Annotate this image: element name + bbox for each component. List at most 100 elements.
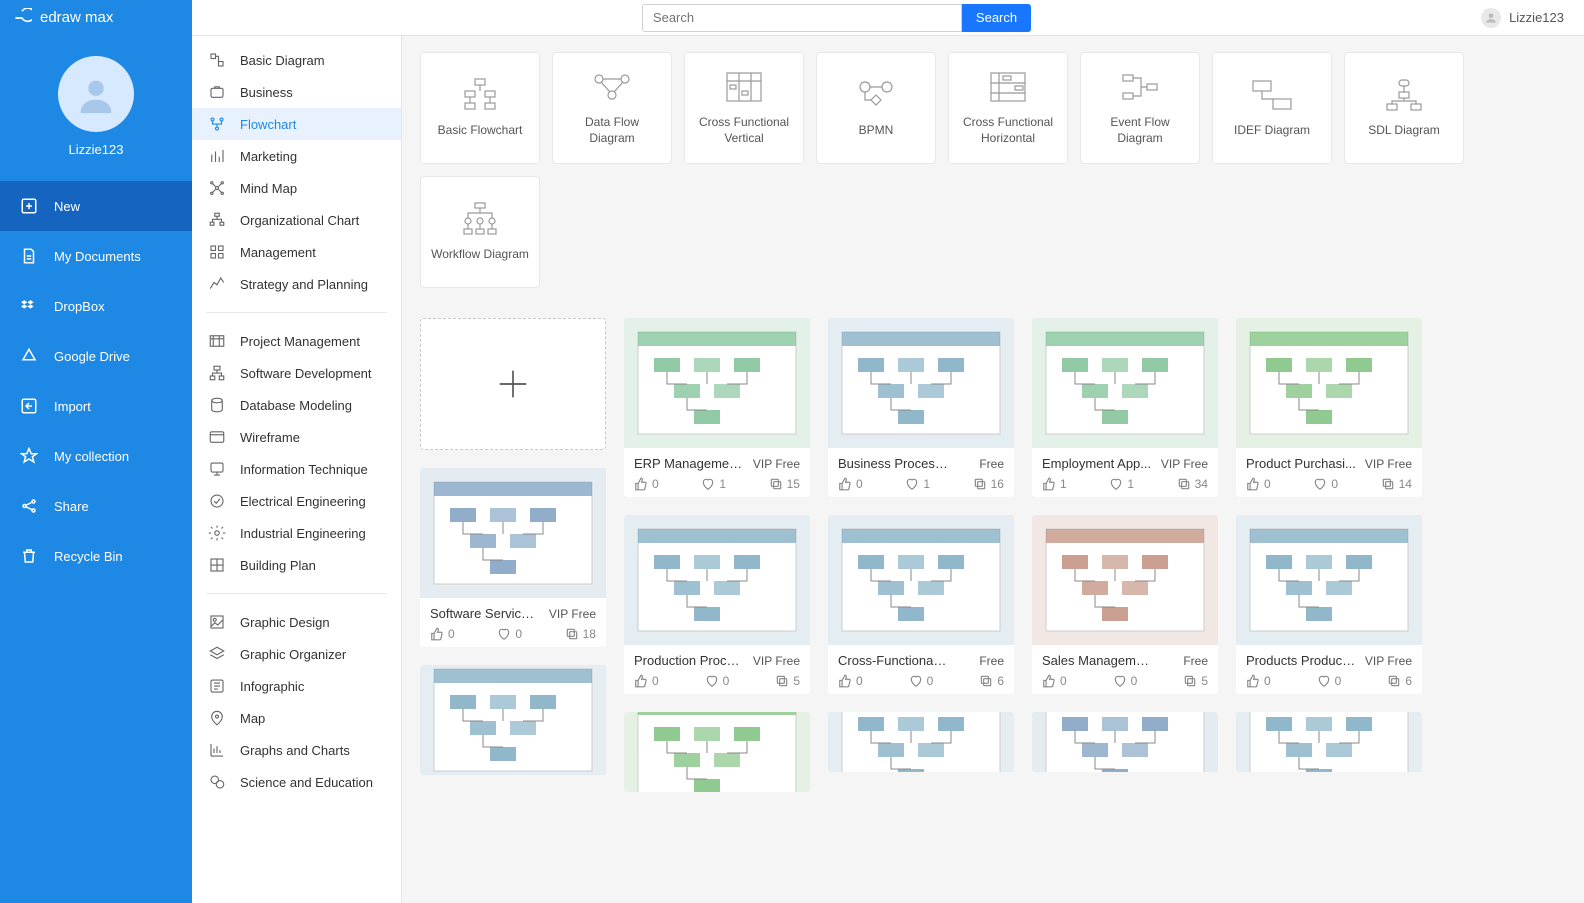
heart-stat[interactable]: 0 [1113, 674, 1138, 688]
category-item[interactable]: Industrial Engineering [192, 517, 401, 549]
type-card[interactable]: Event Flow Diagram [1080, 52, 1200, 164]
like-stat[interactable]: 0 [1246, 674, 1271, 688]
profile-avatar[interactable] [58, 56, 134, 132]
category-item[interactable]: Wireframe [192, 421, 401, 453]
dropbox-icon [20, 297, 38, 315]
template-title: Products Producti... [1246, 653, 1356, 668]
like-stat[interactable]: 0 [634, 674, 659, 688]
heart-stat[interactable]: 0 [497, 627, 522, 641]
category-item[interactable]: Organizational Chart [192, 204, 401, 236]
category-item[interactable]: Database Modeling [192, 389, 401, 421]
copy-stat[interactable]: 5 [775, 674, 800, 688]
nav-share[interactable]: Share [0, 481, 192, 531]
category-item[interactable]: Graphic Organizer [192, 638, 401, 670]
category-item[interactable]: Graphic Design [192, 606, 401, 638]
profile: Lizzie123 [0, 36, 192, 181]
nav-recycle-bin[interactable]: Recycle Bin [0, 531, 192, 581]
category-item[interactable]: Strategy and Planning [192, 268, 401, 300]
nav-import[interactable]: Import [0, 381, 192, 431]
copy-stat[interactable]: 5 [1183, 674, 1208, 688]
like-stat[interactable]: 0 [838, 674, 863, 688]
copy-stat[interactable]: 34 [1177, 477, 1208, 491]
type-card[interactable]: Cross Functional Horizontal [948, 52, 1068, 164]
heart-stat[interactable]: 0 [1317, 674, 1342, 688]
category-item[interactable]: Infographic [192, 670, 401, 702]
type-card[interactable]: Cross Functional Vertical [684, 52, 804, 164]
type-card[interactable]: Basic Flowchart [420, 52, 540, 164]
search-input[interactable] [642, 4, 962, 32]
like-stat[interactable]: 0 [1246, 477, 1271, 491]
template-badge: VIP Free [549, 607, 596, 621]
category-item[interactable]: Software Development [192, 357, 401, 389]
nav-google-drive[interactable]: Google Drive [0, 331, 192, 381]
heart-stat[interactable]: 0 [1313, 477, 1338, 491]
template-card[interactable]: Employment App...VIP Free1134 [1032, 318, 1218, 497]
like-stat[interactable]: 1 [1042, 477, 1067, 491]
category-item[interactable]: Map [192, 702, 401, 734]
template-card[interactable] [420, 665, 606, 775]
heart-stat[interactable]: 1 [701, 477, 726, 491]
template-card[interactable] [1032, 712, 1218, 772]
template-card[interactable]: Business Process Mo...Free0116 [828, 318, 1014, 497]
nav-dropbox[interactable]: DropBox [0, 281, 192, 331]
heart-stat[interactable]: 0 [705, 674, 730, 688]
heart-stat[interactable]: 1 [1109, 477, 1134, 491]
category-item[interactable]: Science and Education [192, 766, 401, 798]
category-icon [208, 741, 226, 759]
category-item[interactable]: Business [192, 76, 401, 108]
template-meta: Product Purchasi...VIP Free0014 [1236, 448, 1422, 497]
nav-my-collection[interactable]: My collection [0, 431, 192, 481]
copy-stat[interactable]: 15 [769, 477, 800, 491]
category-label: Software Development [240, 366, 372, 381]
category-item[interactable]: Management [192, 236, 401, 268]
category-item[interactable]: Information Technique [192, 453, 401, 485]
copy-stat[interactable]: 16 [973, 477, 1004, 491]
copy-stat[interactable]: 18 [565, 627, 596, 641]
heart-stat[interactable]: 0 [909, 674, 934, 688]
category-item[interactable]: Electrical Engineering [192, 485, 401, 517]
type-card[interactable]: SDL Diagram [1344, 52, 1464, 164]
search-button[interactable]: Search [962, 4, 1031, 32]
category-item[interactable]: Marketing [192, 140, 401, 172]
copy-stat[interactable]: 6 [979, 674, 1004, 688]
template-card[interactable] [1236, 712, 1422, 772]
type-card[interactable]: IDEF Diagram [1212, 52, 1332, 164]
type-label: Event Flow Diagram [1089, 115, 1191, 146]
template-card[interactable]: Production Proce...VIP Free005 [624, 515, 810, 694]
template-card[interactable]: Sales Management C...Free005 [1032, 515, 1218, 694]
template-card[interactable]: Product Purchasi...VIP Free0014 [1236, 318, 1422, 497]
type-card[interactable]: Workflow Diagram [420, 176, 540, 288]
app-root: edraw max Search Lizzie123 Lizzie123 [0, 0, 1584, 903]
type-grid: Basic FlowchartData Flow DiagramCross Fu… [420, 52, 1566, 288]
category-item[interactable]: Graphs and Charts [192, 734, 401, 766]
template-card[interactable] [624, 712, 810, 792]
category-label: Electrical Engineering [240, 494, 366, 509]
category-item[interactable]: Building Plan [192, 549, 401, 581]
type-card[interactable]: Data Flow Diagram [552, 52, 672, 164]
template-card[interactable]: Products Producti...VIP Free006 [1236, 515, 1422, 694]
category-item[interactable]: Project Management [192, 325, 401, 357]
category-item[interactable]: Flowchart [192, 108, 401, 140]
like-stat[interactable]: 0 [838, 477, 863, 491]
like-stat[interactable]: 0 [430, 627, 455, 641]
heart-stat[interactable]: 1 [905, 477, 930, 491]
copy-stat[interactable]: 14 [1381, 477, 1412, 491]
new-blank-template[interactable] [420, 318, 606, 450]
template-card[interactable]: ERP Managemen...VIP Free0115 [624, 318, 810, 497]
category-icon [208, 428, 226, 446]
nav-my-documents[interactable]: My Documents [0, 231, 192, 281]
category-panel: Basic DiagramBusinessFlowchartMarketingM… [192, 36, 402, 903]
user-avatar-icon[interactable] [1481, 8, 1501, 28]
category-item[interactable]: Mind Map [192, 172, 401, 204]
type-card[interactable]: BPMN [816, 52, 936, 164]
nav-new[interactable]: New [0, 181, 192, 231]
category-label: Infographic [240, 679, 304, 694]
template-card[interactable]: Cross-Functional Flo...Free006 [828, 515, 1014, 694]
template-card[interactable]: Software Service ...VIP Free0018 [420, 468, 606, 647]
category-item[interactable]: Basic Diagram [192, 44, 401, 76]
like-stat[interactable]: 0 [634, 477, 659, 491]
like-stat[interactable]: 0 [1042, 674, 1067, 688]
username-label[interactable]: Lizzie123 [1509, 10, 1564, 25]
template-card[interactable] [828, 712, 1014, 772]
copy-stat[interactable]: 6 [1387, 674, 1412, 688]
